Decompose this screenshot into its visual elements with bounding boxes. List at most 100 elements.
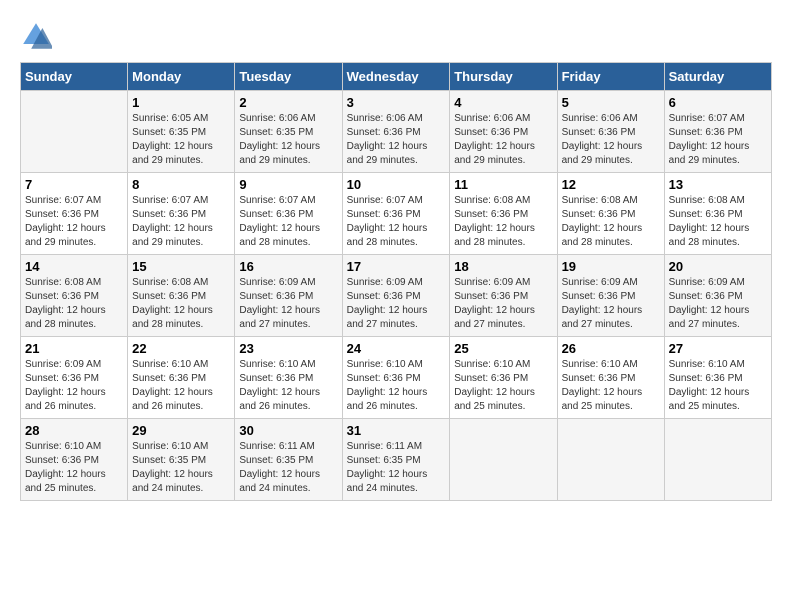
day-number: 20 xyxy=(669,259,767,274)
day-cell xyxy=(21,91,128,173)
header-cell-monday: Monday xyxy=(128,63,235,91)
week-row-4: 21 Sunrise: 6:09 AMSunset: 6:36 PMDayligh… xyxy=(21,337,772,419)
day-cell xyxy=(557,419,664,501)
day-cell: 18Sunrise: 6:09 AMSunset: 6:36 PMDayligh… xyxy=(450,255,557,337)
day-number: 2 xyxy=(239,95,337,110)
day-number: 15 xyxy=(132,259,230,274)
day-number: 16 xyxy=(239,259,337,274)
day-cell: 4Sunrise: 6:06 AMSunset: 6:36 PMDaylight… xyxy=(450,91,557,173)
day-detail: Sunrise: 6:11 AMSunset: 6:35 PMDaylight:… xyxy=(347,440,446,496)
page-header xyxy=(20,20,772,52)
day-number: 21 xyxy=(25,341,123,356)
day-number: 11 xyxy=(454,177,552,192)
day-cell: 3 Sunrise: 6:06 AMSunset: 6:36 PMDaylight… xyxy=(342,91,450,173)
day-detail: Sunrise: 6:10 AMSunset: 6:36 PMDaylight:… xyxy=(132,358,230,414)
day-detail: Sunrise: 6:08 AMSunset: 6:36 PMDaylight:… xyxy=(132,276,230,332)
day-detail: Sunrise: 6:09 AMSunset: 6:36 PMDaylight:… xyxy=(669,276,767,332)
header-cell-sunday: Sunday xyxy=(21,63,128,91)
day-detail: Sunrise: 6:07 AMSunset: 6:36 PMDaylight:… xyxy=(239,194,337,250)
logo-icon xyxy=(20,20,52,52)
day-number: 6 xyxy=(669,95,767,110)
day-detail: Sunrise: 6:06 AMSunset: 6:36 PMDaylight:… xyxy=(562,112,660,168)
day-cell: 24Sunrise: 6:10 AMSunset: 6:36 PMDayligh… xyxy=(342,337,450,419)
day-cell: 19 Sunrise: 6:09 AMSunset: 6:36 PMDayligh… xyxy=(557,255,664,337)
day-detail: Sunrise: 6:08 AMSunset: 6:36 PMDaylight:… xyxy=(669,194,767,250)
day-detail: Sunrise: 6:10 AMSunset: 6:36 PMDaylight:… xyxy=(454,358,552,414)
day-number: 27 xyxy=(669,341,767,356)
day-number: 14 xyxy=(25,259,123,274)
header-cell-saturday: Saturday xyxy=(664,63,771,91)
day-detail: Sunrise: 6:07 AMSunset: 6:36 PMDaylight:… xyxy=(25,194,123,250)
day-detail: Sunrise: 6:06 AMSunset: 6:36 PMDaylight:… xyxy=(347,112,446,168)
header-cell-tuesday: Tuesday xyxy=(235,63,342,91)
day-detail: Sunrise: 6:10 AMSunset: 6:36 PMDaylight:… xyxy=(25,440,123,496)
day-detail: Sunrise: 6:10 AMSunset: 6:36 PMDaylight:… xyxy=(239,358,337,414)
day-detail: Sunrise: 6:10 AMSunset: 6:36 PMDaylight:… xyxy=(347,358,446,414)
day-cell: 25Sunrise: 6:10 AMSunset: 6:36 PMDayligh… xyxy=(450,337,557,419)
day-cell: 13 Sunrise: 6:08 AMSunset: 6:36 PMDayligh… xyxy=(664,173,771,255)
day-detail: Sunrise: 6:09 AMSunset: 6:36 PMDaylight:… xyxy=(562,276,660,332)
day-cell: 30 Sunrise: 6:11 AMSunset: 6:35 PMDayligh… xyxy=(235,419,342,501)
day-cell xyxy=(450,419,557,501)
day-detail: Sunrise: 6:09 AMSunset: 6:36 PMDaylight:… xyxy=(347,276,446,332)
day-cell xyxy=(664,419,771,501)
day-number: 8 xyxy=(132,177,230,192)
day-cell: 16 Sunrise: 6:09 AMSunset: 6:36 PMDayligh… xyxy=(235,255,342,337)
day-cell: 6Sunrise: 6:07 AMSunset: 6:36 PMDaylight… xyxy=(664,91,771,173)
day-number: 4 xyxy=(454,95,552,110)
day-cell: 15 Sunrise: 6:08 AMSunset: 6:36 PMDayligh… xyxy=(128,255,235,337)
day-cell: 14 Sunrise: 6:08 AMSunset: 6:36 PMDayligh… xyxy=(21,255,128,337)
day-cell: 9 Sunrise: 6:07 AMSunset: 6:36 PMDaylight… xyxy=(235,173,342,255)
day-number: 19 xyxy=(562,259,660,274)
day-number: 29 xyxy=(132,423,230,438)
day-cell: 23 Sunrise: 6:10 AMSunset: 6:36 PMDayligh… xyxy=(235,337,342,419)
day-cell: 12 Sunrise: 6:08 AMSunset: 6:36 PMDayligh… xyxy=(557,173,664,255)
day-cell: 22 Sunrise: 6:10 AMSunset: 6:36 PMDayligh… xyxy=(128,337,235,419)
day-number: 31 xyxy=(347,423,446,438)
day-cell: 26Sunrise: 6:10 AMSunset: 6:36 PMDayligh… xyxy=(557,337,664,419)
day-cell: 28 Sunrise: 6:10 AMSunset: 6:36 PMDayligh… xyxy=(21,419,128,501)
day-number: 22 xyxy=(132,341,230,356)
day-detail: Sunrise: 6:07 AMSunset: 6:36 PMDaylight:… xyxy=(347,194,446,250)
day-number: 12 xyxy=(562,177,660,192)
day-detail: Sunrise: 6:08 AMSunset: 6:36 PMDaylight:… xyxy=(454,194,552,250)
day-number: 18 xyxy=(454,259,552,274)
day-cell: 11 Sunrise: 6:08 AMSunset: 6:36 PMDayligh… xyxy=(450,173,557,255)
day-number: 17 xyxy=(347,259,446,274)
day-number: 9 xyxy=(239,177,337,192)
day-cell: 21 Sunrise: 6:09 AMSunset: 6:36 PMDayligh… xyxy=(21,337,128,419)
day-cell: 7Sunrise: 6:07 AMSunset: 6:36 PMDaylight… xyxy=(21,173,128,255)
day-detail: Sunrise: 6:09 AMSunset: 6:36 PMDaylight:… xyxy=(239,276,337,332)
day-cell: 17 Sunrise: 6:09 AMSunset: 6:36 PMDayligh… xyxy=(342,255,450,337)
day-detail: Sunrise: 6:09 AMSunset: 6:36 PMDaylight:… xyxy=(25,358,123,414)
day-cell: 27 Sunrise: 6:10 AMSunset: 6:36 PMDayligh… xyxy=(664,337,771,419)
header-cell-thursday: Thursday xyxy=(450,63,557,91)
week-row-5: 28 Sunrise: 6:10 AMSunset: 6:36 PMDayligh… xyxy=(21,419,772,501)
day-cell: 29 Sunrise: 6:10 AMSunset: 6:35 PMDayligh… xyxy=(128,419,235,501)
day-detail: Sunrise: 6:08 AMSunset: 6:36 PMDaylight:… xyxy=(25,276,123,332)
day-cell: 8 Sunrise: 6:07 AMSunset: 6:36 PMDaylight… xyxy=(128,173,235,255)
week-row-1: 1Sunrise: 6:05 AMSunset: 6:35 PMDaylight… xyxy=(21,91,772,173)
day-cell: 1Sunrise: 6:05 AMSunset: 6:35 PMDaylight… xyxy=(128,91,235,173)
day-detail: Sunrise: 6:07 AMSunset: 6:36 PMDaylight:… xyxy=(132,194,230,250)
week-row-2: 7Sunrise: 6:07 AMSunset: 6:36 PMDaylight… xyxy=(21,173,772,255)
day-cell: 10Sunrise: 6:07 AMSunset: 6:36 PMDayligh… xyxy=(342,173,450,255)
day-detail: Sunrise: 6:08 AMSunset: 6:36 PMDaylight:… xyxy=(562,194,660,250)
day-number: 26 xyxy=(562,341,660,356)
day-number: 1 xyxy=(132,95,230,110)
day-number: 30 xyxy=(239,423,337,438)
day-number: 23 xyxy=(239,341,337,356)
header-cell-wednesday: Wednesday xyxy=(342,63,450,91)
day-detail: Sunrise: 6:11 AMSunset: 6:35 PMDaylight:… xyxy=(239,440,337,496)
header-cell-friday: Friday xyxy=(557,63,664,91)
day-cell: 20 Sunrise: 6:09 AMSunset: 6:36 PMDayligh… xyxy=(664,255,771,337)
day-number: 13 xyxy=(669,177,767,192)
day-number: 3 xyxy=(347,95,446,110)
day-number: 5 xyxy=(562,95,660,110)
day-number: 28 xyxy=(25,423,123,438)
calendar-table: SundayMondayTuesdayWednesdayThursdayFrid… xyxy=(20,62,772,501)
day-detail: Sunrise: 6:10 AMSunset: 6:36 PMDaylight:… xyxy=(669,358,767,414)
day-detail: Sunrise: 6:10 AMSunset: 6:35 PMDaylight:… xyxy=(132,440,230,496)
day-cell: 5 Sunrise: 6:06 AMSunset: 6:36 PMDaylight… xyxy=(557,91,664,173)
calendar-header: SundayMondayTuesdayWednesdayThursdayFrid… xyxy=(21,63,772,91)
